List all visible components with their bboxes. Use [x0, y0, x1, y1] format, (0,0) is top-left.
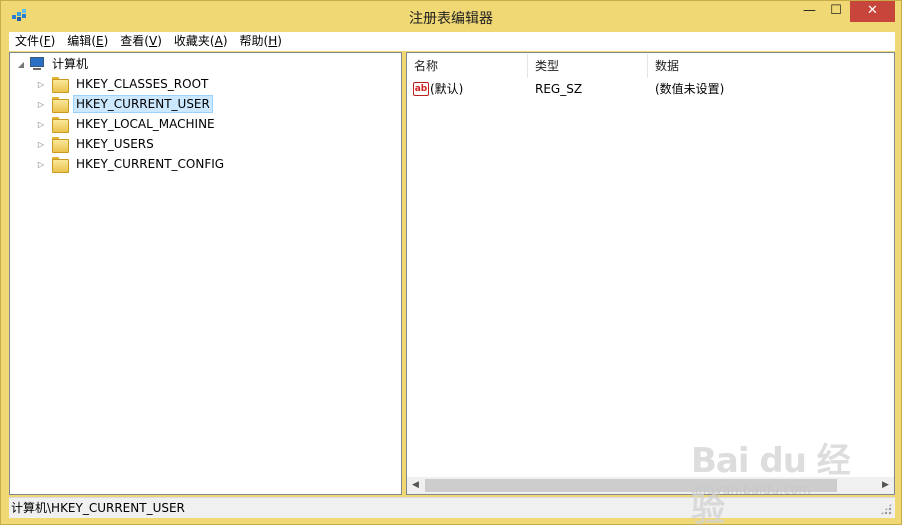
folder-icon: [52, 137, 69, 153]
scrollbar-thumb[interactable]: [425, 479, 837, 492]
string-value-icon: ab: [413, 82, 429, 96]
minimize-button[interactable]: —: [796, 1, 823, 22]
tree-node-label: 计算机: [52, 57, 89, 71]
tree-node-label: HKEY_CURRENT_CONFIG: [76, 157, 225, 171]
menu-bar: 文件(F) 编辑(E) 查看(V) 收藏夹(A) 帮助(H): [9, 32, 895, 51]
computer-icon: [29, 57, 45, 71]
folder-icon: [52, 117, 69, 133]
column-header-name[interactable]: 名称: [407, 54, 528, 78]
menu-view[interactable]: 查看(V): [114, 32, 168, 51]
value-type: REG_SZ: [535, 82, 583, 96]
registry-editor-window: 注册表编辑器 — ☐ ✕ 文件(F) 编辑(E) 查看(V) 收藏夹(A) 帮助…: [0, 0, 902, 525]
title-bar[interactable]: 注册表编辑器 — ☐ ✕: [1, 1, 901, 32]
horizontal-scrollbar[interactable]: ◀ ▶: [407, 477, 894, 494]
scroll-left-arrow-icon[interactable]: ◀: [407, 477, 424, 494]
folder-icon: [52, 97, 69, 113]
tree-node-label-selected: HKEY_CURRENT_USER: [73, 95, 213, 113]
tree-node-computer[interactable]: ◢ 计算机: [16, 54, 91, 74]
tree-node-label: HKEY_CLASSES_ROOT: [76, 77, 209, 91]
folder-icon: [52, 157, 69, 173]
scroll-right-arrow-icon[interactable]: ▶: [877, 477, 894, 494]
column-header-type[interactable]: 类型: [528, 54, 648, 78]
expand-arrow-icon[interactable]: ▷: [36, 80, 46, 89]
list-item[interactable]: ab (默认) REG_SZ (数值未设置): [407, 79, 894, 99]
status-path: 计算机\HKEY_CURRENT_USER: [11, 501, 185, 515]
value-data: (数值未设置): [655, 82, 725, 96]
tree-node-hkey-current-user[interactable]: ▷ HKEY_CURRENT_USER: [36, 94, 213, 114]
collapse-arrow-icon[interactable]: ◢: [16, 60, 26, 69]
value-name: (默认): [430, 82, 464, 96]
expand-arrow-icon[interactable]: ▷: [36, 100, 46, 109]
tree-node-hkey-local-machine[interactable]: ▷ HKEY_LOCAL_MACHINE: [36, 114, 218, 134]
menu-help[interactable]: 帮助(H): [234, 32, 288, 51]
menu-favorites[interactable]: 收藏夹(A): [168, 32, 234, 51]
tree-node-label: HKEY_LOCAL_MACHINE: [76, 117, 215, 131]
folder-icon: [52, 77, 69, 93]
window-title: 注册表编辑器: [409, 11, 493, 27]
menu-edit[interactable]: 编辑(E): [61, 32, 114, 51]
tree-node-label: HKEY_USERS: [76, 137, 154, 151]
registry-tree[interactable]: ◢ 计算机 ▷ HKEY_CLASSES_ROOT ▷ HKEY_CURRENT…: [9, 52, 402, 495]
expand-arrow-icon[interactable]: ▷: [36, 140, 46, 149]
column-header-data[interactable]: 数据: [648, 54, 894, 78]
resize-grip-icon[interactable]: [880, 503, 892, 515]
tree-node-hkey-users[interactable]: ▷ HKEY_USERS: [36, 134, 157, 154]
values-list[interactable]: 名称 类型 数据 ab (默认) REG_SZ (数值未设置) ◀ ▶: [406, 52, 895, 495]
tree-node-hkey-current-config[interactable]: ▷ HKEY_CURRENT_CONFIG: [36, 154, 227, 174]
menu-file[interactable]: 文件(F): [9, 32, 61, 51]
expand-arrow-icon[interactable]: ▷: [36, 160, 46, 169]
status-bar: 计算机\HKEY_CURRENT_USER: [9, 497, 895, 518]
close-button[interactable]: ✕: [850, 1, 895, 22]
maximize-button[interactable]: ☐: [823, 1, 849, 22]
expand-arrow-icon[interactable]: ▷: [36, 120, 46, 129]
tree-node-hkey-classes-root[interactable]: ▷ HKEY_CLASSES_ROOT: [36, 74, 211, 94]
